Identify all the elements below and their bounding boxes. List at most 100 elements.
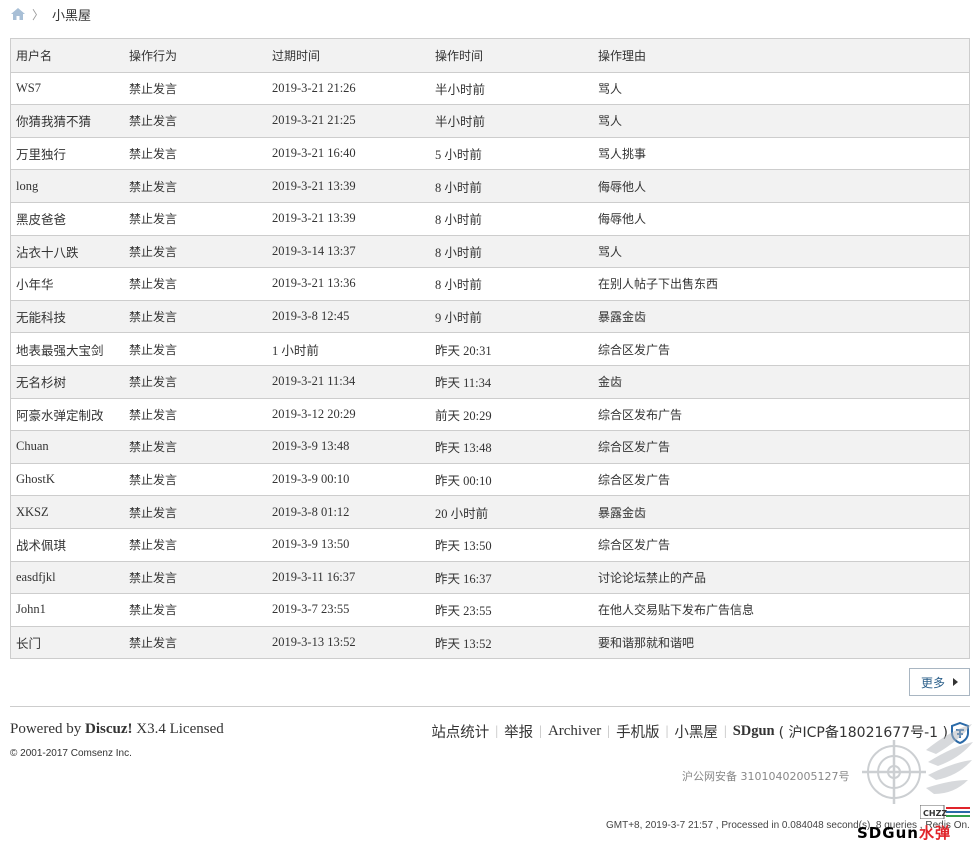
cell-reason: 综合区发布广告 xyxy=(598,407,683,422)
cell-username[interactable]: 万里独行 xyxy=(11,144,124,163)
cell-reason: 暴露金齿 xyxy=(598,505,647,520)
cell-reason: 要和谐那就和谐吧 xyxy=(598,635,695,650)
cell-time: 昨天 23:55 xyxy=(435,604,492,619)
cell-expire: 2019-3-7 23:55 xyxy=(272,602,350,617)
pipe-divider: | xyxy=(539,723,542,739)
cell-username[interactable]: easdfjkl xyxy=(11,570,124,585)
footer-link-blacklist[interactable]: 小黑屋 xyxy=(674,721,718,742)
table-row: Chuan 禁止发言 2019-3-9 13:48 昨天 13:48 综合区发广告 xyxy=(11,430,969,463)
cell-expire: 2019-3-12 20:29 xyxy=(272,406,356,421)
footer-link-archiver[interactable]: Archiver xyxy=(548,723,601,740)
cell-expire: 2019-3-21 16:40 xyxy=(272,146,356,161)
cell-reason: 骂人挑事 xyxy=(598,147,647,162)
cell-action: 禁止发言 xyxy=(129,147,178,162)
table-row: 地表最强大宝剑 禁止发言 1 小时前 昨天 20:31 综合区发广告 xyxy=(11,332,969,365)
cell-reason: 在他人交易贴下发布广告信息 xyxy=(598,603,755,618)
table-row: 长门 禁止发言 2019-3-13 13:52 昨天 13:52 要和谐那就和谐吧 xyxy=(11,625,969,659)
cell-time: 8 小时前 xyxy=(435,245,482,260)
cell-username[interactable]: WS7 xyxy=(11,81,124,96)
table-row: long 禁止发言 2019-3-21 13:39 8 小时前 侮辱他人 xyxy=(11,169,969,202)
cell-username[interactable]: 地表最强大宝剑 xyxy=(11,340,124,359)
cell-reason: 综合区发广告 xyxy=(598,342,671,357)
cell-expire: 2019-3-8 01:12 xyxy=(272,504,350,519)
cell-username[interactable]: XKSZ xyxy=(11,505,124,520)
cell-username[interactable]: 沾衣十八跌 xyxy=(11,242,124,261)
home-icon[interactable] xyxy=(10,7,26,21)
table-header-row: 用户名 操作行为 过期时间 操作时间 操作理由 xyxy=(11,39,969,72)
cell-expire: 2019-3-13 13:52 xyxy=(272,634,356,649)
table-row: easdfjkl 禁止发言 2019-3-11 16:37 昨天 16:37 讨论论坛禁… xyxy=(11,560,969,594)
cell-username[interactable]: 无名杉树 xyxy=(11,372,124,391)
table-row: 你猜我猜不猜 禁止发言 2019-3-21 21:25 半小时前 骂人 xyxy=(11,104,969,137)
cell-username[interactable]: 你猜我猜不猜 xyxy=(11,111,124,130)
footer-link-mobile[interactable]: 手机版 xyxy=(616,721,660,742)
cell-username[interactable]: 阿豪水弹定制改 xyxy=(11,405,124,424)
table-row: John1 禁止发言 2019-3-7 23:55 昨天 23:55 在他人交易贴下发布… xyxy=(11,593,969,626)
cell-reason: 在别人帖子下出售东西 xyxy=(598,277,719,292)
table-row: GhostK 禁止发言 2019-3-9 00:10 昨天 00:10 综合区发广告 xyxy=(11,462,969,496)
pipe-divider: | xyxy=(665,723,669,739)
cell-time: 昨天 00:10 xyxy=(435,474,492,489)
watermark-badge: CHZZ xyxy=(920,805,970,819)
cell-expire: 2019-3-9 13:48 xyxy=(272,439,350,454)
cell-username[interactable]: GhostK xyxy=(11,472,124,487)
table-row: 无名杉树 禁止发言 2019-3-21 11:34 昨天 11:34 金齿 xyxy=(11,364,969,398)
cell-action: 禁止发言 xyxy=(129,244,178,259)
pipe-divider: | xyxy=(607,723,611,739)
cell-action: 禁止发言 xyxy=(129,310,178,325)
cell-reason: 侮辱他人 xyxy=(598,179,647,194)
table-row: 阿豪水弹定制改 禁止发言 2019-3-12 20:29 前天 20:29 综合区发布广… xyxy=(11,397,969,431)
cell-time: 8 小时前 xyxy=(435,278,482,293)
col-header-action: 操作行为 xyxy=(129,48,178,63)
cell-time: 昨天 13:52 xyxy=(435,636,492,651)
cell-username[interactable]: John1 xyxy=(11,602,124,617)
table-row: WS7 禁止发言 2019-3-21 21:26 半小时前 骂人 xyxy=(11,71,969,105)
cell-time: 20 小时前 xyxy=(435,506,489,521)
police-record: 沪公网安备 31010402005127号 xyxy=(682,770,850,783)
cell-username[interactable]: 长门 xyxy=(11,633,124,652)
cell-reason: 骂人 xyxy=(598,114,623,129)
table-row: XKSZ 禁止发言 2019-3-8 01:12 20 小时前 暴露金齿 xyxy=(11,495,969,528)
cell-username[interactable]: 战术佩琪 xyxy=(11,535,124,554)
cell-expire: 2019-3-11 16:37 xyxy=(272,569,356,584)
col-header-reason: 操作理由 xyxy=(598,48,647,63)
discuz-link[interactable]: Discuz! xyxy=(85,721,133,737)
cell-time: 半小时前 xyxy=(435,115,486,130)
cell-time: 8 小时前 xyxy=(435,213,482,228)
cell-action: 禁止发言 xyxy=(129,114,178,129)
cell-expire: 2019-3-21 13:39 xyxy=(272,178,356,193)
footer-link-site[interactable]: SDgun xyxy=(733,723,775,740)
col-header-time: 操作时间 xyxy=(435,48,484,63)
cell-username[interactable]: long xyxy=(11,179,124,194)
footer-link-report[interactable]: 举报 xyxy=(504,721,533,742)
table-row: 小年华 禁止发言 2019-3-21 13:36 8 小时前 在别人帖子下出售东西 xyxy=(11,267,969,300)
blacklist-table: 用户名 操作行为 过期时间 操作时间 操作理由 WS7 禁止发言 2019-3-21… xyxy=(10,38,970,660)
cell-username[interactable]: Chuan xyxy=(11,439,124,454)
cell-expire: 2019-3-21 21:25 xyxy=(272,113,356,128)
more-button[interactable]: 更多 xyxy=(909,668,970,696)
cell-time: 昨天 11:34 xyxy=(435,376,492,391)
footer-divider xyxy=(10,706,970,707)
cell-expire: 2019-3-21 11:34 xyxy=(272,374,356,389)
footer-link-stats[interactable]: 站点统计 xyxy=(431,721,489,742)
cell-username[interactable]: 小年华 xyxy=(11,274,124,293)
cell-time: 昨天 13:48 xyxy=(435,441,492,456)
cell-action: 禁止发言 xyxy=(129,81,178,96)
cell-expire: 2019-3-21 13:36 xyxy=(272,276,356,291)
cell-action: 禁止发言 xyxy=(129,212,178,227)
cell-action: 禁止发言 xyxy=(129,407,178,422)
cell-reason: 骂人 xyxy=(598,81,623,96)
cell-action: 禁止发言 xyxy=(129,603,178,618)
cell-expire: 2019-3-9 13:50 xyxy=(272,537,350,552)
col-header-username: 用户名 xyxy=(16,48,53,63)
cell-action: 禁止发言 xyxy=(129,277,178,292)
pipe-divider: | xyxy=(723,723,727,739)
cell-username[interactable]: 无能科技 xyxy=(11,307,124,326)
cell-time: 5 小时前 xyxy=(435,148,482,163)
cell-username[interactable]: 黑皮爸爸 xyxy=(11,209,124,228)
cell-time: 前天 20:29 xyxy=(435,408,492,423)
copyright: © 2001-2017 Comsenz Inc. xyxy=(10,748,132,759)
triangle-right-icon xyxy=(953,678,958,686)
cell-expire: 2019-3-8 12:45 xyxy=(272,309,350,324)
cell-reason: 综合区发广告 xyxy=(598,473,671,488)
